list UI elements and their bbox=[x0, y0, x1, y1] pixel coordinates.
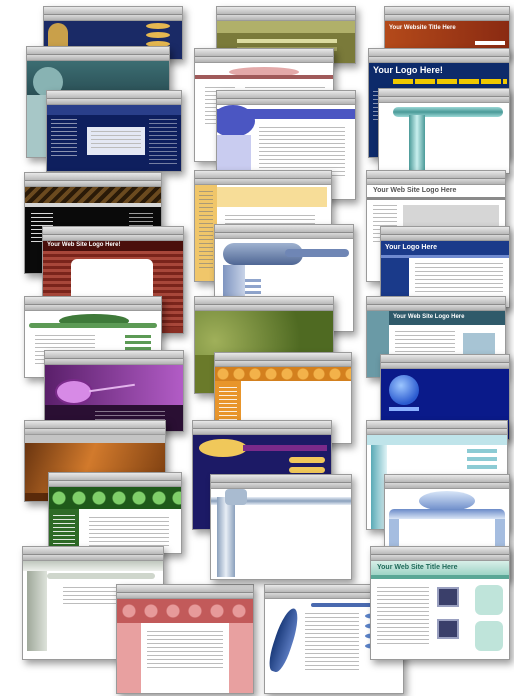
logo-text: Your Web Site Logo Here! bbox=[47, 242, 121, 248]
title-bar bbox=[195, 297, 333, 305]
title-bar bbox=[27, 47, 169, 55]
logo-text: Your Website Title Here bbox=[389, 25, 456, 31]
page-preview: Your Web Site Title Here bbox=[371, 561, 509, 659]
title-bar bbox=[217, 91, 355, 99]
title-bar bbox=[211, 475, 351, 483]
page-preview bbox=[47, 105, 181, 171]
title-bar bbox=[367, 297, 505, 305]
title-bar bbox=[49, 473, 181, 481]
title-bar bbox=[371, 547, 509, 555]
title-bar bbox=[47, 91, 181, 99]
title-bar bbox=[385, 475, 509, 483]
title-bar bbox=[193, 421, 331, 429]
title-bar bbox=[25, 297, 161, 305]
logo-text: Your Logo Here bbox=[385, 244, 437, 251]
title-bar bbox=[195, 171, 331, 179]
title-bar bbox=[385, 7, 509, 15]
page-preview bbox=[49, 487, 181, 553]
template-window-cyan-pillar[interactable] bbox=[378, 88, 510, 174]
title-bar bbox=[45, 351, 183, 359]
title-bar bbox=[215, 353, 351, 361]
title-bar bbox=[367, 421, 507, 429]
template-window-pipes[interactable] bbox=[210, 474, 352, 580]
page-preview bbox=[211, 489, 351, 579]
title-bar bbox=[379, 89, 509, 97]
title-bar bbox=[117, 585, 253, 593]
template-window-green-leaves[interactable] bbox=[48, 472, 182, 554]
title-bar bbox=[44, 7, 182, 15]
title-bar bbox=[23, 547, 163, 555]
page-preview bbox=[117, 599, 253, 693]
logo-text: Your Web Site Logo Here bbox=[373, 187, 457, 194]
logo-text: Your Web Site Logo Here bbox=[393, 314, 465, 320]
title-bar bbox=[367, 171, 505, 179]
title-bar bbox=[381, 227, 509, 235]
title-bar bbox=[25, 173, 161, 181]
title-bar bbox=[369, 49, 509, 57]
logo-text: Your Logo Here! bbox=[373, 65, 443, 75]
title-bar bbox=[195, 49, 333, 57]
template-window-darkblue-form[interactable] bbox=[46, 90, 182, 172]
logo-text: Your Web Site Title Here bbox=[377, 564, 458, 571]
title-bar bbox=[43, 227, 183, 235]
template-window-pink[interactable] bbox=[116, 584, 254, 694]
title-bar bbox=[217, 7, 355, 15]
title-bar bbox=[215, 225, 353, 233]
title-bar bbox=[25, 421, 165, 429]
page-preview bbox=[379, 103, 509, 173]
template-window-computers[interactable]: Your Web Site Title Here bbox=[370, 546, 510, 660]
title-bar bbox=[381, 355, 509, 363]
